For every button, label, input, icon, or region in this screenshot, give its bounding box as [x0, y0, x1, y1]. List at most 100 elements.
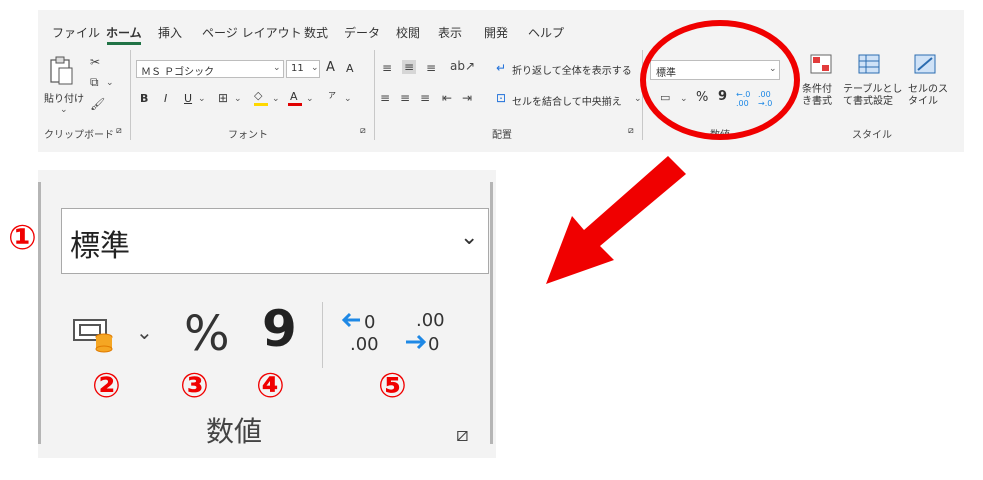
tab-file[interactable]: ファイル	[52, 24, 100, 41]
currency-format-icon	[73, 319, 113, 353]
font-color-swatch	[288, 103, 302, 106]
svg-text:0: 0	[364, 312, 375, 333]
font-name-combo[interactable]: ＭＳ Ｐゴシック ⌄	[136, 60, 284, 78]
format-as-table-button[interactable]	[858, 54, 880, 74]
wrap-text-button[interactable]: 折り返して全体を表示する	[512, 62, 632, 77]
styles-group-label: スタイル	[852, 130, 892, 141]
paste-label: 貼り付け	[44, 94, 84, 105]
orientation-icon[interactable]: ab↗	[450, 60, 475, 72]
conditional-formatting-icon	[810, 54, 832, 74]
tab-home[interactable]: ホーム	[106, 24, 142, 41]
grow-font-button[interactable]: A	[326, 60, 335, 75]
comma-style-button[interactable]: 9	[262, 300, 297, 358]
chevron-down-icon[interactable]: ⌄	[272, 94, 280, 104]
fill-color-button[interactable]: ◇	[254, 90, 268, 106]
align-middle-icon[interactable]: ≡	[402, 60, 417, 74]
font-group-label: フォント	[228, 130, 268, 141]
clipboard-group-label: クリップボード	[44, 130, 114, 141]
cut-icon[interactable]: ✂	[90, 56, 100, 68]
chevron-down-icon[interactable]: ⌄	[273, 63, 281, 73]
phonetic-guide-button[interactable]: ア	[328, 90, 336, 101]
format-as-table-label: テーブルとして書式設定	[843, 84, 903, 107]
format-as-table-icon	[858, 54, 880, 74]
marker-4: ④	[256, 366, 285, 406]
shrink-font-button[interactable]: A	[346, 62, 354, 75]
currency-dropdown-chevron[interactable]: ⌄	[136, 320, 153, 344]
chevron-down-icon[interactable]: ⌄	[306, 94, 314, 104]
font-size-combo[interactable]: 11 ⌄	[286, 60, 320, 78]
tab-developer[interactable]: 開発	[484, 24, 508, 41]
number-group-zoom: 標準 ⌄ ⌄ % 9 0 .00 .00 0 数値 ⧄	[38, 170, 496, 458]
chevron-down-icon[interactable]: ⌄	[634, 94, 642, 104]
font-size-value: 11	[291, 63, 304, 74]
align-right-icon[interactable]: ≡	[420, 92, 430, 104]
font-launcher-icon[interactable]: ⧄	[360, 126, 366, 136]
highlight-ellipse	[640, 20, 800, 140]
copy-icon[interactable]: ⧉	[90, 76, 99, 88]
chevron-down-icon[interactable]: ⌄	[344, 94, 352, 104]
borders-icon[interactable]: ⊞	[218, 92, 228, 104]
currency-format-button[interactable]	[72, 315, 116, 353]
tab-insert[interactable]: 挿入	[158, 24, 182, 41]
marker-5: ⑤	[378, 366, 407, 406]
group-edge-right	[490, 182, 493, 444]
increase-decimal-icon[interactable]: 0 .00	[338, 306, 388, 356]
tab-help[interactable]: ヘルプ	[528, 24, 564, 41]
paste-icon	[50, 56, 73, 85]
tab-view[interactable]: 表示	[438, 24, 462, 41]
number-group-label: 数値	[206, 415, 263, 448]
underline-button[interactable]: U	[184, 92, 192, 105]
group-divider	[374, 50, 375, 140]
merge-center-button[interactable]: セルを結合して中央揃え	[512, 93, 622, 108]
decrease-indent-icon[interactable]: ⇤	[442, 92, 452, 104]
number-format-launcher-icon[interactable]: ⧄	[456, 422, 469, 446]
svg-text:.00: .00	[416, 310, 445, 331]
chevron-down-icon[interactable]: ⌄	[311, 63, 319, 73]
tab-data[interactable]: データ	[344, 24, 380, 41]
italic-button[interactable]: I	[164, 92, 167, 105]
paint-bucket-icon: ◇	[254, 89, 263, 102]
bold-button[interactable]: B	[140, 92, 148, 105]
chevron-down-icon[interactable]: ⌄	[460, 225, 478, 250]
excel-ribbon: ファイル ホーム 挿入 ページ レイアウト 数式 データ 校閲 表示 開発 ヘル…	[38, 10, 964, 152]
cell-styles-icon	[914, 54, 936, 74]
number-format-combo-zoom[interactable]: 標準 ⌄	[61, 208, 489, 274]
align-top-icon[interactable]: ≡	[382, 62, 392, 74]
tab-review[interactable]: 校閲	[396, 24, 420, 41]
chevron-down-icon[interactable]: ⌄	[198, 94, 206, 104]
format-painter-icon[interactable]: 🖌	[90, 98, 105, 110]
svg-text:.00: .00	[350, 334, 379, 355]
cell-styles-label: セルのスタイル	[908, 84, 948, 107]
wrap-text-icon[interactable]: ↵	[496, 62, 506, 74]
alignment-launcher-icon[interactable]: ⧄	[628, 126, 634, 136]
paste-button[interactable]	[48, 56, 74, 86]
alignment-group-label: 配置	[492, 130, 512, 141]
font-color-letter: A	[290, 90, 298, 103]
group-edge-left	[38, 182, 41, 444]
chevron-down-icon[interactable]: ⌄	[234, 94, 242, 104]
red-arrow-icon	[546, 156, 686, 284]
tab-page-layout[interactable]: ページ レイアウト	[202, 24, 302, 41]
clipboard-launcher-icon[interactable]: ⧄	[116, 126, 122, 136]
font-color-button[interactable]: A	[288, 90, 302, 106]
conditional-formatting-label: 条件付き書式	[802, 84, 832, 107]
percent-style-button[interactable]: %	[184, 306, 230, 362]
align-center-icon[interactable]: ≡	[400, 92, 410, 104]
group-divider	[322, 302, 323, 368]
align-left-icon[interactable]: ≡	[380, 92, 390, 104]
paste-dropdown-chevron[interactable]: ⌄	[60, 105, 68, 115]
tab-formulas[interactable]: 数式	[304, 24, 328, 41]
increase-indent-icon[interactable]: ⇥	[462, 92, 472, 104]
cell-styles-button[interactable]	[914, 54, 936, 74]
copy-dropdown-chevron[interactable]: ⌄	[106, 78, 114, 88]
active-tab-indicator	[107, 42, 141, 45]
conditional-formatting-button[interactable]	[810, 54, 832, 74]
marker-2: ②	[92, 366, 121, 406]
marker-1: ①	[8, 218, 37, 258]
align-bottom-icon[interactable]: ≡	[426, 62, 436, 74]
font-name-value: ＭＳ Ｐゴシック	[141, 67, 215, 78]
merge-center-icon[interactable]: ⊡	[496, 92, 506, 104]
decrease-decimal-icon[interactable]: .00 0	[402, 306, 458, 356]
fill-color-swatch	[254, 103, 268, 106]
group-divider	[130, 50, 131, 140]
